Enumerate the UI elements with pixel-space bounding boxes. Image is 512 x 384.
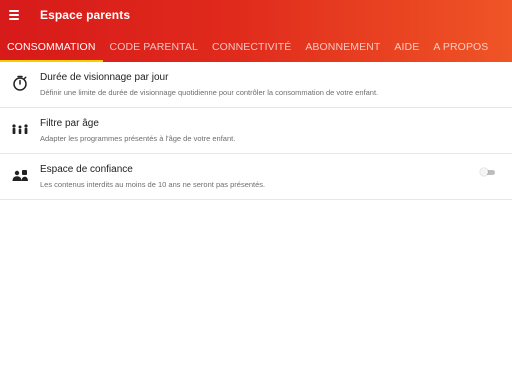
family-age-icon	[12, 124, 28, 134]
tab-consommation[interactable]: CONSOMMATION	[0, 38, 103, 62]
setting-description: Adapter les programmes présentés à l'âge…	[40, 134, 236, 143]
app-bar: Espace parents CONSOMMATION CODE PARENTA…	[0, 0, 512, 62]
setting-row-trusted-space[interactable]: Espace de confiance Les contenus interdi…	[0, 154, 512, 200]
tab-code-parental[interactable]: CODE PARENTAL	[103, 38, 205, 62]
app-screen: Espace parents CONSOMMATION CODE PARENTA…	[0, 0, 512, 384]
tab-aide[interactable]: AIDE	[387, 38, 426, 62]
setting-row-viewing-duration[interactable]: Durée de visionnage par jour Définir une…	[0, 62, 512, 108]
timer-icon	[13, 75, 27, 91]
tab-abonnement[interactable]: ABONNEMENT	[298, 38, 387, 62]
setting-row-age-filter[interactable]: Filtre par âge Adapter les programmes pr…	[0, 108, 512, 154]
tab-connectivite[interactable]: CONNECTIVITÉ	[205, 38, 298, 62]
setting-description: Définir une limite de durée de visionnag…	[40, 88, 379, 97]
trusted-space-toggle[interactable]	[480, 167, 496, 177]
settings-list: Durée de visionnage par jour Définir une…	[0, 62, 512, 200]
tab-a-propos[interactable]: A PROPOS	[426, 38, 495, 62]
setting-title: Filtre par âge	[40, 118, 99, 129]
page-title: Espace parents	[40, 8, 131, 22]
tab-bar: CONSOMMATION CODE PARENTAL CONNECTIVITÉ …	[0, 38, 512, 62]
setting-title: Espace de confiance	[40, 164, 133, 175]
toggle-thumb	[480, 168, 488, 176]
setting-description: Les contenus interdits au moins de 10 an…	[40, 180, 266, 189]
setting-title: Durée de visionnage par jour	[40, 72, 169, 83]
trusted-space-icon	[12, 170, 28, 181]
hamburger-menu-icon[interactable]	[7, 7, 23, 23]
